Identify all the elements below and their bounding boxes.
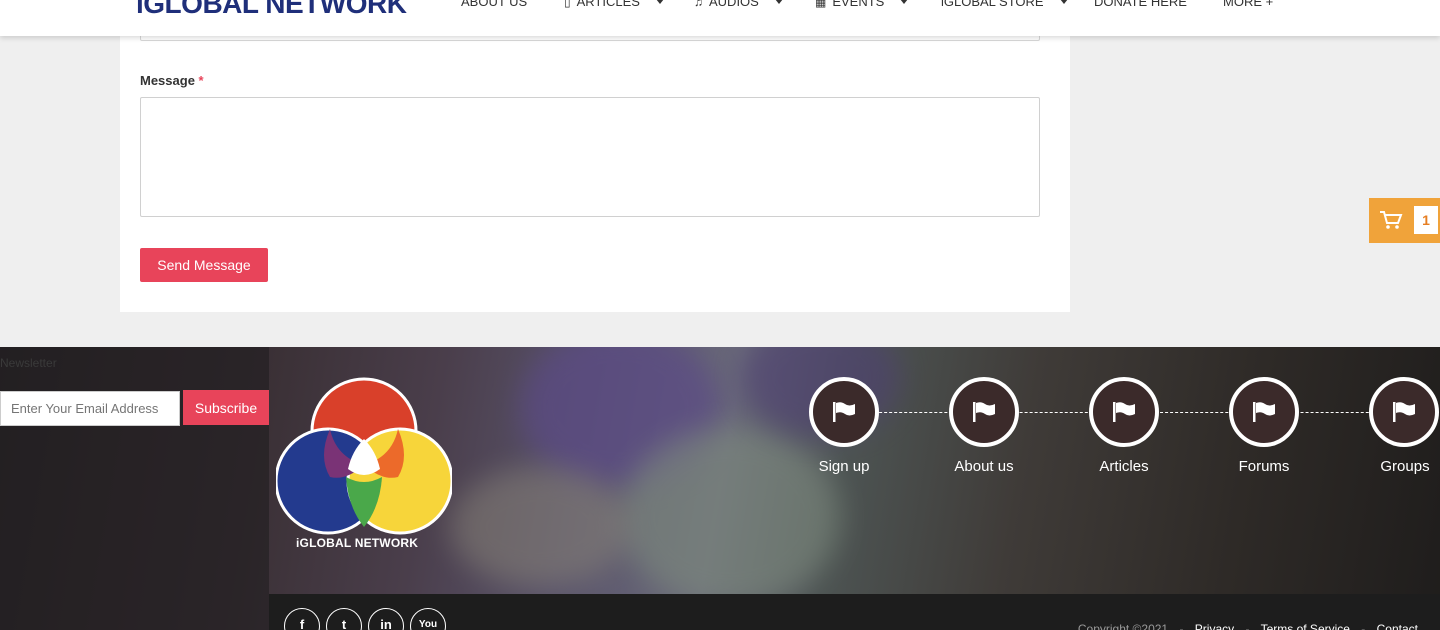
message-label: Message *	[140, 73, 204, 88]
nav-label: ARTICLES	[576, 0, 640, 9]
chevron-down-icon	[774, 0, 783, 4]
required-mark: *	[198, 73, 204, 88]
shopping-cart-icon	[1380, 211, 1403, 229]
send-message-button[interactable]: Send Message	[140, 248, 268, 282]
site-logo[interactable]: iGLOBAL NETWORK	[136, 0, 407, 20]
background-decoration	[450, 467, 630, 587]
flag-icon	[1393, 402, 1415, 422]
step-label[interactable]: Forums	[1204, 458, 1324, 475]
footer-bottom-bar: f t in You Copyright ©2021 - Privacy - T…	[269, 594, 1440, 630]
chevron-down-icon	[900, 0, 909, 4]
contact-form-card: Message * Send Message	[120, 0, 1070, 312]
cart-widget[interactable]: 1	[1369, 198, 1440, 243]
chevron-down-icon	[655, 0, 664, 4]
nav-label: ABOUT US	[461, 0, 528, 9]
nav-more[interactable]: MORE +	[1223, 0, 1273, 9]
link-separator: -	[1245, 622, 1250, 630]
footer-logo-text: iGLOBAL NETWORK	[296, 536, 419, 550]
terms-link[interactable]: Terms of Service	[1261, 622, 1350, 630]
youtube-icon[interactable]: You	[410, 608, 446, 630]
step-label[interactable]: Articles	[1064, 458, 1184, 475]
step-label[interactable]: Groups	[1345, 458, 1440, 475]
footer-links: Copyright ©2021 - Privacy - Terms of Ser…	[1078, 622, 1418, 630]
step-groups[interactable]	[1369, 377, 1439, 447]
newsletter-email-input[interactable]	[0, 391, 180, 426]
contact-link[interactable]: Contact	[1377, 622, 1418, 630]
facebook-icon[interactable]: f	[284, 608, 320, 630]
step-sign-up[interactable]	[809, 377, 879, 447]
nav-articles[interactable]: ▯ ARTICLES	[564, 0, 664, 9]
site-footer: Newsletter Subscribe iGLOBAL NETWORK Sig…	[0, 347, 1440, 630]
step-about-us[interactable]	[949, 377, 1019, 447]
nav-label: EVENTS	[832, 0, 885, 9]
subscribe-button[interactable]: Subscribe	[183, 390, 269, 425]
site-header: iGLOBAL NETWORK ABOUT US ▯ ARTICLES ♫ AU…	[0, 0, 1440, 36]
nav-label: iGLOBAL STORE	[941, 0, 1044, 9]
link-separator: -	[1361, 622, 1366, 630]
step-label[interactable]: Sign up	[784, 458, 904, 475]
flag-icon	[833, 402, 855, 422]
link-separator: -	[1179, 622, 1184, 630]
nav-audios[interactable]: ♫ AUDIOS	[694, 0, 783, 9]
step-articles[interactable]	[1089, 377, 1159, 447]
message-textarea[interactable]	[140, 97, 1040, 217]
flag-icon	[1113, 402, 1135, 422]
newsletter-label: Newsletter	[0, 356, 57, 370]
nav-label: DONATE HERE	[1094, 0, 1187, 9]
calendar-icon: ▦	[815, 0, 827, 9]
step-forums[interactable]	[1229, 377, 1299, 447]
message-label-text: Message	[140, 73, 195, 88]
privacy-link[interactable]: Privacy	[1195, 622, 1234, 630]
step-label[interactable]: About us	[924, 458, 1044, 475]
twitter-icon[interactable]: t	[326, 608, 362, 630]
background-decoration	[620, 427, 840, 607]
iglobal-logo-image[interactable]	[276, 377, 452, 557]
cart-count-badge: 1	[1414, 206, 1438, 234]
article-icon: ▯	[564, 0, 571, 9]
nav-store[interactable]: iGLOBAL STORE	[941, 0, 1068, 9]
flag-icon	[973, 402, 995, 422]
chevron-down-icon	[1059, 0, 1068, 4]
nav-events[interactable]: ▦ EVENTS	[815, 0, 909, 9]
copyright-text: Copyright ©2021	[1077, 622, 1169, 630]
linkedin-icon[interactable]: in	[368, 608, 404, 630]
nav-about-us[interactable]: ABOUT US	[461, 0, 527, 9]
nav-label: AUDIOS	[709, 0, 759, 9]
flag-icon	[1253, 402, 1275, 422]
nav-label: MORE +	[1223, 0, 1274, 9]
nav-donate[interactable]: DONATE HERE	[1094, 0, 1187, 9]
music-note-icon: ♫	[694, 0, 703, 9]
